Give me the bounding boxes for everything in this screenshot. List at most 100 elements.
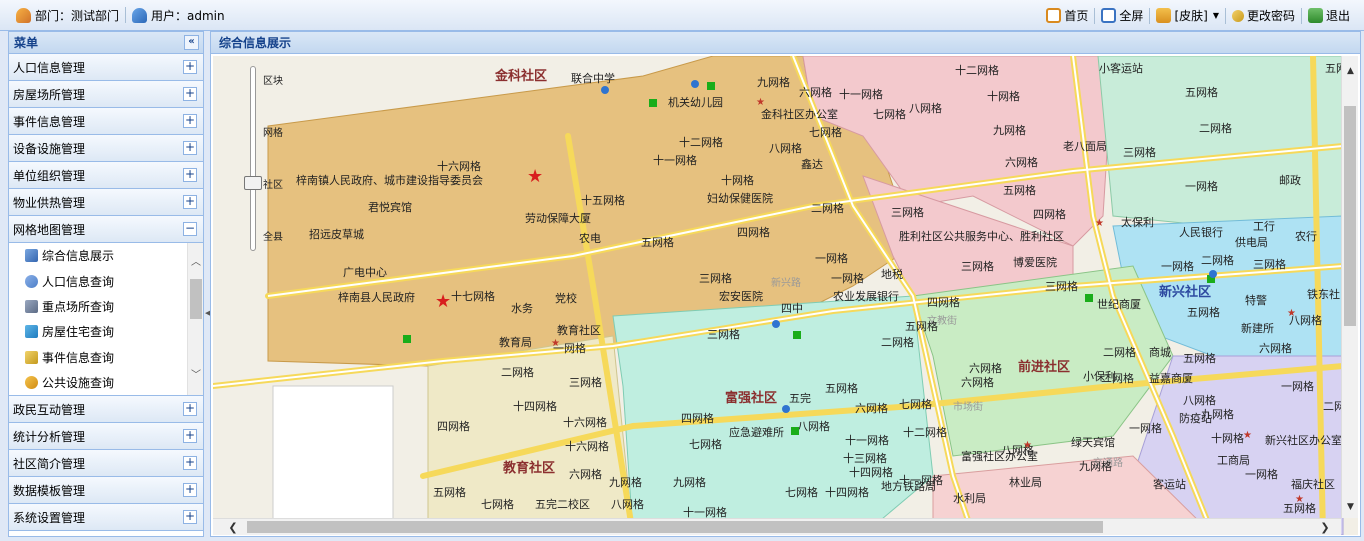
map-canvas[interactable]: 金科社区 新兴社区 富强社区 前进社区 教育社区 梓南镇人民政府、城市建设指导委… [213,56,1358,535]
submenu-item-population-query[interactable]: 人口信息查询 [9,268,203,293]
place-label: 太保利 [1121,215,1154,229]
location-pin[interactable] [1209,270,1217,278]
expand-icon[interactable]: + [183,483,197,497]
submenu-item-event-query[interactable]: 事件信息查询 [9,345,203,370]
session-info: 部门：测试部门 用户：admin [0,0,231,30]
menu-section-interaction[interactable]: 政民互动管理 + [9,396,203,423]
grid-label: 十二网格 [679,135,723,149]
menu-section-data-template[interactable]: 数据模板管理 + [9,477,203,504]
place-label: 商城 [1149,345,1171,359]
grid-label: 九网格 [609,475,642,489]
skin-button[interactable]: [皮肤] ▼ [1150,7,1225,24]
submenu-item-label: 公共设施查询 [42,376,115,391]
zoom-track[interactable] [250,66,256,251]
expand-icon[interactable]: + [183,114,197,128]
map-vertical-scrollbar[interactable]: ▲ ▼ [1341,56,1358,518]
submenu-item-housing-query[interactable]: 房屋住宅查询 [9,319,203,344]
grid-marker[interactable] [1085,294,1093,302]
expand-icon[interactable]: + [183,429,197,443]
submenu-item-key-places-query[interactable]: 重点场所查询 [9,294,203,319]
grid-marker[interactable] [649,99,657,107]
collapse-icon[interactable]: − [183,222,197,236]
grid-label: 五网格 [1185,85,1218,99]
zoom-level-label[interactable]: 社区 [263,176,283,191]
collapse-menu-button[interactable]: « [184,35,199,50]
office-star-icon[interactable]: ★ [1095,218,1104,229]
office-star-icon[interactable]: ★ [756,97,765,108]
scroll-thumb[interactable] [1344,106,1356,326]
scroll-up-icon[interactable]: ▲ [1342,66,1358,76]
zoom-level-label[interactable]: 全县 [263,228,283,243]
zoom-level-label[interactable]: 网格 [263,124,283,139]
menu-section-statistics[interactable]: 统计分析管理 + [9,423,203,450]
scroll-down-icon[interactable]: ▼ [1342,502,1358,512]
expand-icon[interactable]: + [183,168,197,182]
home-button[interactable]: 首页 [1040,7,1094,24]
location-pin[interactable] [691,80,699,88]
menu-section-events[interactable]: 事件信息管理 + [9,108,203,135]
office-star-icon[interactable]: ★ [1023,440,1032,451]
grid-label: 十六网格 [563,415,607,429]
expand-icon[interactable]: + [183,402,197,416]
menu-section-population[interactable]: 人口信息管理 + [9,54,203,81]
location-pin[interactable] [772,320,780,328]
grid-label: 十一网格 [899,473,943,487]
menu-section-grid-map[interactable]: 网格地图管理 − [9,216,203,243]
place-label: 工行 [1253,220,1275,233]
top-bar: 部门：测试部门 用户：admin 首页 全屏 [皮肤] ▼ 更改密码 退出 [0,0,1364,31]
place-label: 工商局 [1217,453,1250,467]
place-label: 供电局 [1235,235,1268,249]
fullscreen-button[interactable]: 全屏 [1095,7,1149,24]
grid-label: 一网格 [1161,259,1194,273]
government-star-icon[interactable]: ★ [435,291,451,312]
menu-section-property[interactable]: 物业供热管理 + [9,189,203,216]
expand-icon[interactable]: + [183,456,197,470]
grid-label: 一网格 [831,271,864,285]
location-pin[interactable] [601,86,609,94]
expand-icon[interactable]: + [183,510,197,524]
menu-section-label: 房屋场所管理 [13,87,86,102]
scroll-up-icon[interactable]: ︿ [188,255,203,271]
scroll-down-icon[interactable]: ﹀ [188,368,203,384]
grid-marker[interactable] [403,335,411,343]
zoom-level-label[interactable]: 区块 [263,72,283,87]
office-star-icon[interactable]: ★ [1287,308,1296,319]
office-star-icon[interactable]: ★ [551,338,560,349]
submenu-item-overview[interactable]: 综合信息展示 [9,243,203,268]
menu-section-facilities[interactable]: 设备设施管理 + [9,135,203,162]
submenu-item-public-facilities-query[interactable]: 公共设施查询 [9,370,203,395]
expand-icon[interactable]: + [183,195,197,209]
zoom-control[interactable]: 区块 网格 社区 全县 [243,66,293,256]
scroll-thumb[interactable] [247,521,1103,533]
place-label: 博爱医院 [1013,255,1057,269]
grid-marker[interactable] [793,331,801,339]
grid-marker[interactable] [707,82,715,90]
grid-marker[interactable] [791,427,799,435]
menu-section-organizations[interactable]: 单位组织管理 + [9,162,203,189]
office-star-icon[interactable]: ★ [1243,430,1252,441]
exit-label: 退出 [1325,9,1350,23]
department-icon [16,7,31,23]
expand-icon[interactable]: + [183,87,197,101]
scroll-right-icon[interactable]: ❯ [1317,519,1333,535]
zoom-slider-handle[interactable] [244,176,262,190]
menu-section-system-settings[interactable]: 系统设置管理 + [9,504,203,531]
expand-icon[interactable]: + [183,60,197,74]
exit-button[interactable]: 退出 [1302,7,1356,24]
scroll-thumb[interactable] [190,279,202,319]
event-icon [25,350,38,364]
change-password-button[interactable]: 更改密码 [1226,7,1301,24]
key-icon [1231,9,1244,22]
grid-label: 二网格 [1201,253,1234,267]
grid-label: 七网格 [689,437,722,451]
map-horizontal-scrollbar[interactable]: ❮ ❯ [213,518,1341,535]
menu-section-community-intro[interactable]: 社区简介管理 + [9,450,203,477]
submenu-scrollbar[interactable]: ︿ ﹀ [187,243,203,395]
expand-icon[interactable]: + [183,141,197,155]
menu-section-housing[interactable]: 房屋场所管理 + [9,81,203,108]
office-star-icon[interactable]: ★ [1295,494,1304,505]
grid-map[interactable]: 金科社区 新兴社区 富强社区 前进社区 教育社区 梓南镇人民政府、城市建设指导委… [213,56,1358,535]
scroll-left-icon[interactable]: ❮ [225,519,241,535]
location-pin[interactable] [782,405,790,413]
government-star-icon[interactable]: ★ [527,166,543,187]
